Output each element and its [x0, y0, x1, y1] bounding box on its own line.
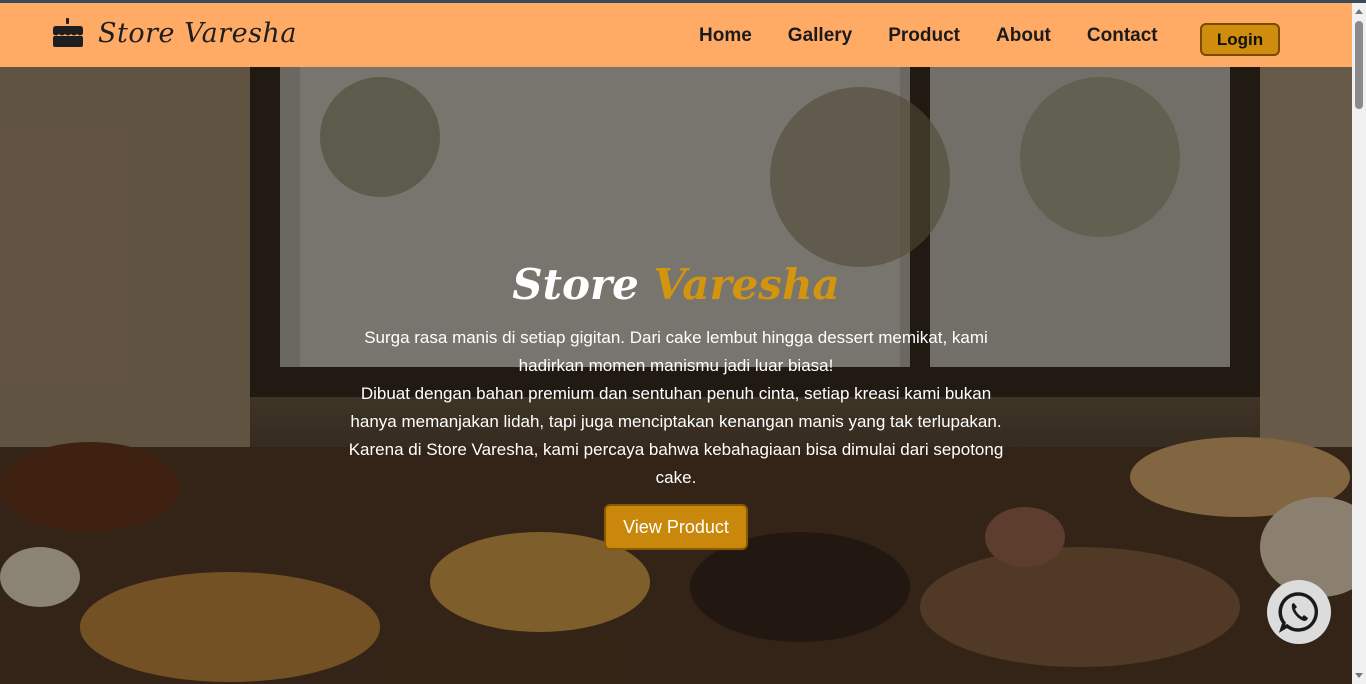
whatsapp-icon	[1278, 592, 1319, 633]
browser-top-line	[0, 0, 1366, 3]
nav-home[interactable]: Home	[699, 25, 752, 47]
scroll-up-arrow-icon[interactable]	[1355, 9, 1363, 14]
hero-title-varesha: Varesha	[653, 260, 840, 309]
view-product-button[interactable]: View Product	[604, 504, 748, 550]
hero-section: Store Varesha Surga rasa manis di setiap…	[0, 67, 1352, 684]
hero-title: Store Varesha	[0, 260, 1352, 309]
hero-paragraph-2: Dibuat dengan bahan premium dan sentuhan…	[348, 384, 1004, 487]
scroll-down-arrow-icon[interactable]	[1355, 673, 1363, 678]
hero-paragraph-1: Surga rasa manis di setiap gigitan. Dari…	[364, 328, 988, 375]
nav-about[interactable]: About	[996, 25, 1051, 47]
scroll-thumb[interactable]	[1355, 21, 1363, 109]
nav-contact[interactable]: Contact	[1087, 25, 1158, 47]
page-scrollbar[interactable]	[1352, 3, 1366, 684]
login-button[interactable]: Login	[1200, 23, 1280, 56]
hero-description: Surga rasa manis di setiap gigitan. Dari…	[338, 324, 1014, 492]
nav-gallery[interactable]: Gallery	[788, 25, 852, 47]
navbar: Store Varesha Home Gallery Product About…	[0, 3, 1352, 67]
nav-product[interactable]: Product	[888, 25, 960, 47]
cake-icon	[53, 18, 83, 47]
brand[interactable]: Store Varesha	[50, 17, 297, 49]
whatsapp-button[interactable]	[1267, 580, 1331, 644]
brand-name: Store Varesha	[98, 17, 297, 49]
hero-title-store: Store	[512, 260, 639, 309]
nav-links: Home Gallery Product About Contact	[699, 25, 1194, 47]
